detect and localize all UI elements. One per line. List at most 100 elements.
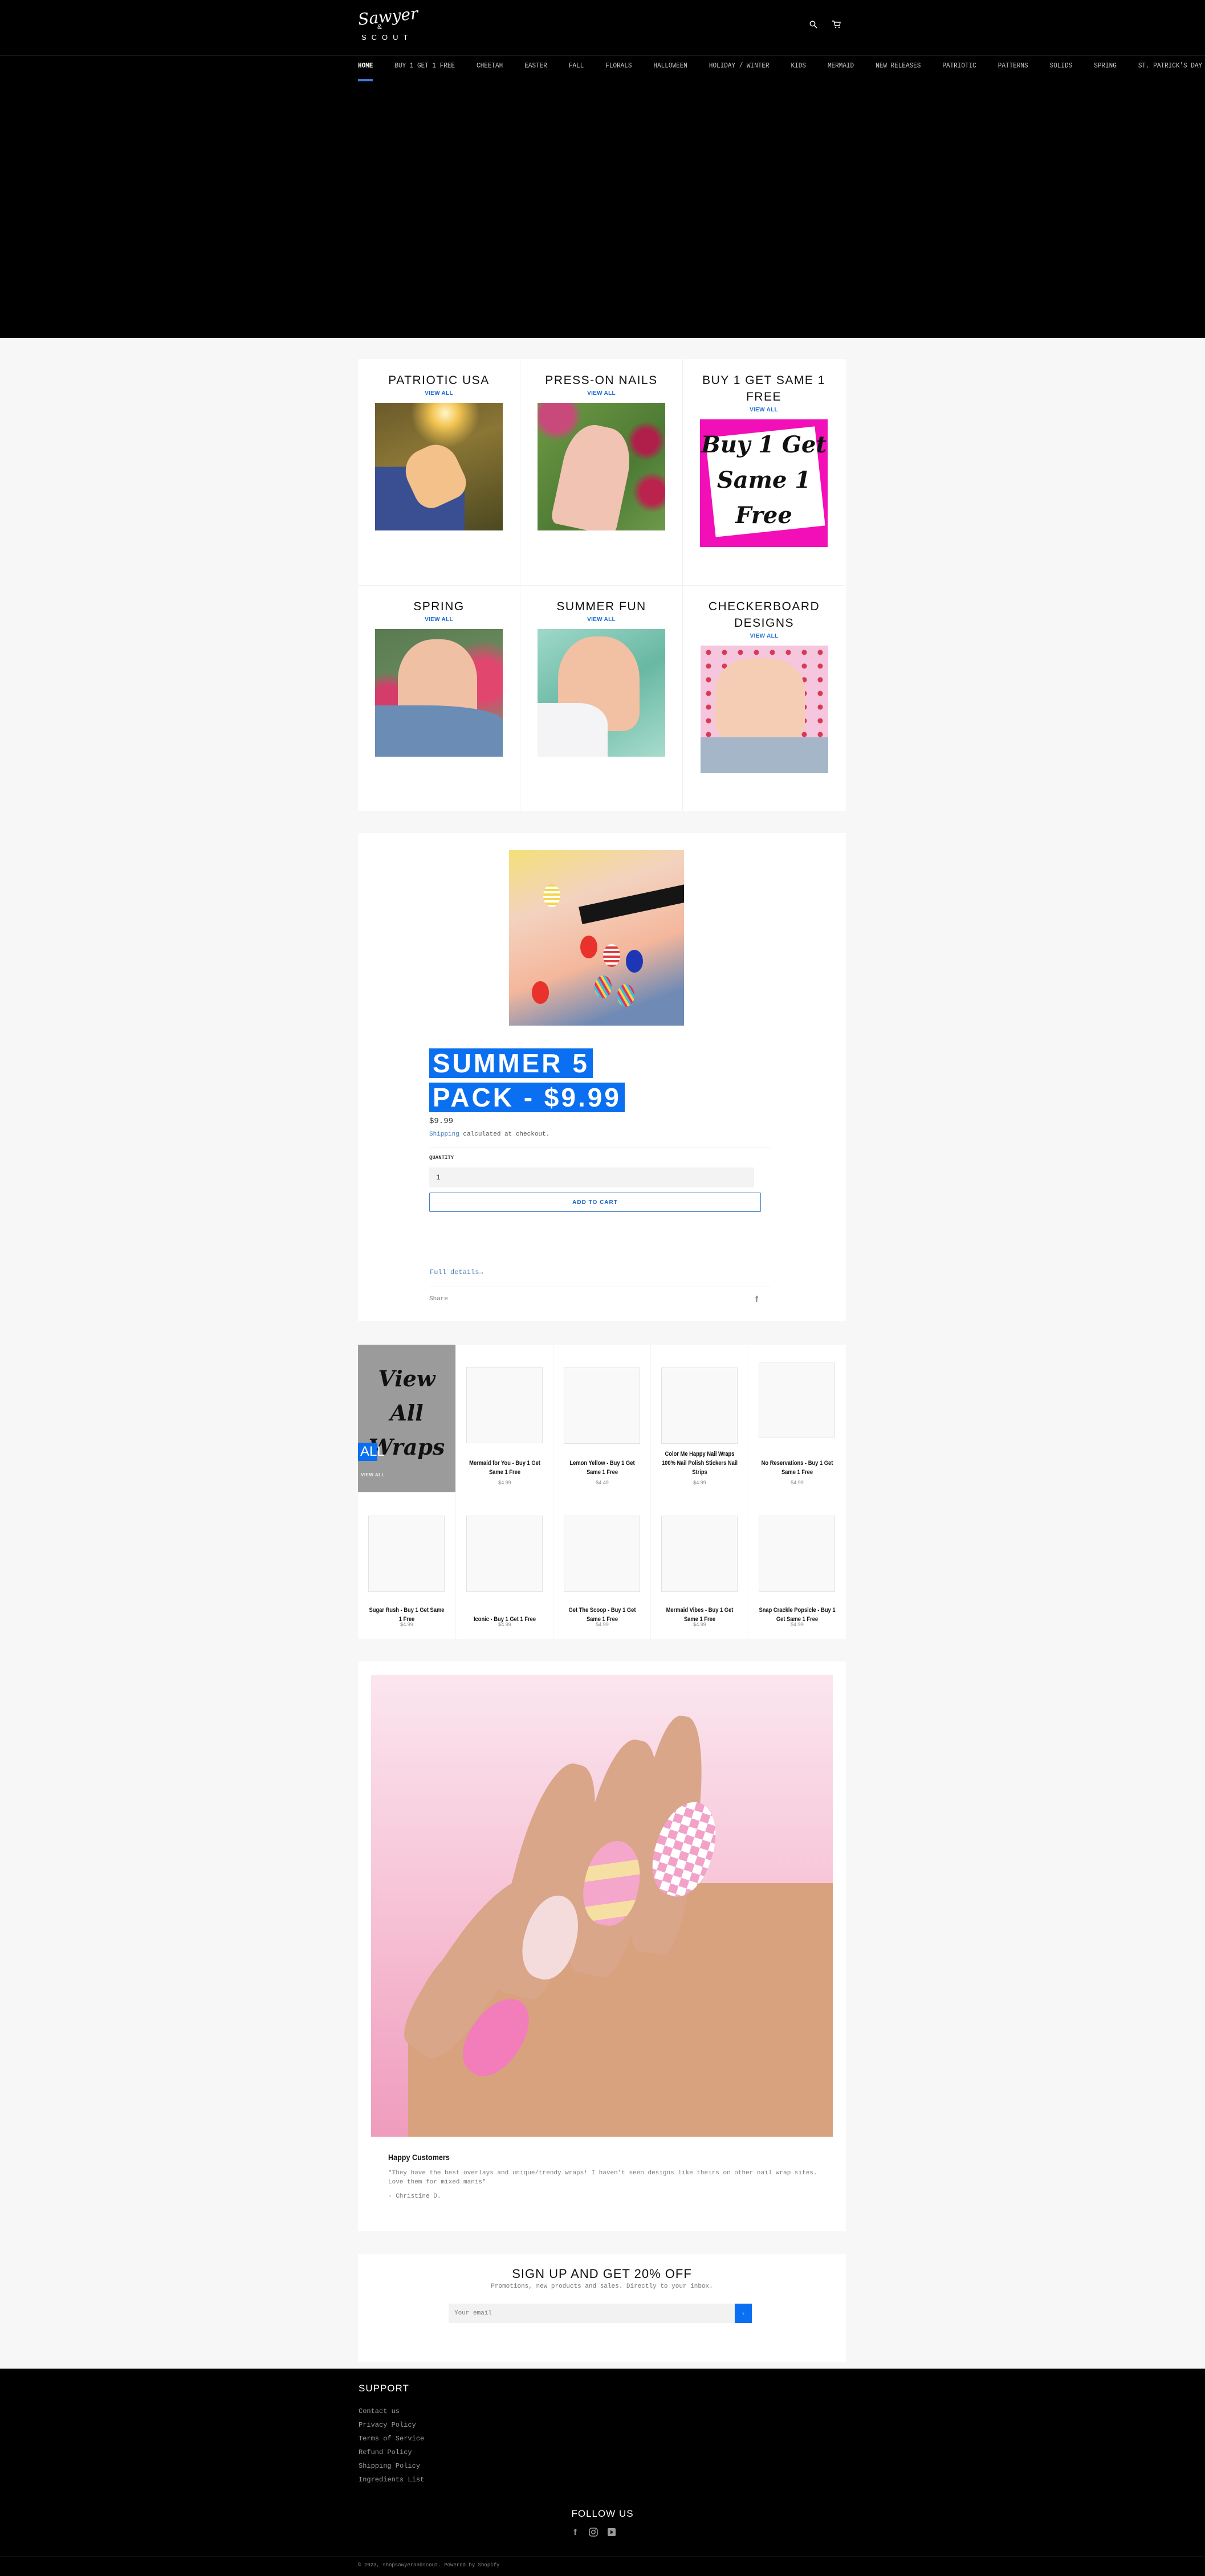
nav-item-mermaid[interactable]: MERMAID <box>828 62 854 70</box>
collection-card[interactable]: SPRING VIEW ALL <box>358 585 520 811</box>
full-details-link[interactable]: Full details→ <box>430 1268 483 1276</box>
view-all-link[interactable]: VIEW ALL <box>520 390 682 397</box>
collection-title: SPRING <box>413 600 465 613</box>
nav-item-new-releases[interactable]: NEW RELEASES <box>876 62 921 70</box>
product-thumbnail[interactable] <box>466 1516 543 1592</box>
collection-image[interactable] <box>700 646 828 773</box>
shipping-note-text: calculated at checkout. <box>459 1131 550 1138</box>
product-card[interactable]: Lemon Yellow - Buy 1 Get Same 1 Free $4.… <box>553 1345 650 1492</box>
product-thumbnail[interactable] <box>759 1362 835 1438</box>
product-thumbnail[interactable] <box>466 1367 543 1443</box>
collection-title: BUY 1 GET SAME 1 FREE <box>702 374 825 403</box>
footer-link-terms-of-service[interactable]: Terms of Service <box>359 2435 424 2443</box>
collection-card[interactable]: CHECKERBOARD DESIGNS VIEW ALL <box>683 585 845 811</box>
testimonial-title: Happy Customers <box>388 2153 450 2162</box>
product-card[interactable]: No Reservations - Buy 1 Get Same 1 Free … <box>748 1345 845 1492</box>
instagram-icon[interactable] <box>588 2528 599 2538</box>
nav-item-spring[interactable]: SPRING <box>1094 62 1117 70</box>
divider <box>429 1147 771 1148</box>
copyright: © 2023, shopsawyerandscout. Powered by S… <box>358 2562 500 2568</box>
product-thumbnail[interactable] <box>759 1516 835 1592</box>
nav-item-cheetah[interactable]: CHEETAH <box>477 62 503 70</box>
product-name[interactable]: Color Me Happy Nail Wraps 100% Nail Poli… <box>661 1450 738 1477</box>
footer-divider <box>0 2556 1205 2557</box>
product-card[interactable]: Color Me Happy Nail Wraps 100% Nail Poli… <box>650 1345 748 1492</box>
collection-image[interactable] <box>375 403 503 530</box>
view-all-link[interactable]: VIEW ALL <box>358 617 520 623</box>
product-price: $4.99 <box>791 1622 804 1627</box>
footer-link-shipping-policy[interactable]: Shipping Policy <box>359 2462 420 2470</box>
nav-item-solids[interactable]: SOLIDS <box>1050 62 1073 70</box>
collection-card[interactable]: PATRIOTIC USA VIEW ALL <box>358 359 520 585</box>
product-card[interactable]: Mermaid for You - Buy 1 Get Same 1 Free … <box>455 1345 553 1492</box>
nav-item-buy-1-get-1-free[interactable]: BUY 1 GET 1 FREE <box>394 62 455 70</box>
nav-item-kids[interactable]: KIDS <box>791 62 806 70</box>
header-divider <box>0 55 1205 56</box>
footer-support-title: SUPPORT <box>359 2383 409 2394</box>
nav-item-home[interactable]: HOME <box>358 62 373 81</box>
newsletter-submit-button[interactable]: › <box>735 2304 752 2323</box>
nav-item-patterns[interactable]: PATTERNS <box>998 62 1028 70</box>
add-to-cart-button[interactable]: ADD TO CART <box>429 1193 761 1212</box>
product-price: $4.99 <box>693 1622 706 1627</box>
collection-card[interactable]: PRESS-ON NAILS VIEW ALL <box>520 359 683 585</box>
shipping-note: Shipping calculated at checkout. <box>429 1131 549 1138</box>
collection-image[interactable]: Buy 1 Get Same 1 Free <box>700 419 828 547</box>
view-all-link[interactable]: VIEW ALL <box>683 633 845 639</box>
product-card[interactable]: Get The Scoop - Buy 1 Get Same 1 Free $4… <box>553 1492 650 1639</box>
collection-card[interactable]: BUY 1 GET SAME 1 FREE VIEW ALL Buy 1 Get… <box>683 359 845 585</box>
cart-icon[interactable] <box>832 21 841 28</box>
nav-item-halloween[interactable]: HALLOWEEN <box>653 62 687 70</box>
collection-card[interactable]: SUMMER FUN VIEW ALL <box>520 585 683 811</box>
product-card[interactable]: Mermaid Vibes - Buy 1 Get Same 1 Free $4… <box>650 1492 748 1639</box>
product-thumbnail[interactable] <box>368 1516 445 1592</box>
view-all-link[interactable]: VIEW ALL <box>520 617 682 623</box>
facebook-icon[interactable]: f <box>755 1295 758 1304</box>
view-all-link[interactable]: VIEW ALL <box>361 1472 385 1477</box>
footer-follow-title: FOLLOW US <box>571 2508 634 2519</box>
product-thumbnail[interactable] <box>564 1367 640 1444</box>
product-name[interactable]: Mermaid for You - Buy 1 Get Same 1 Free <box>466 1459 543 1477</box>
quantity-input[interactable] <box>429 1167 754 1187</box>
product-card[interactable]: Snap Crackle Popsicle - Buy 1 Get Same 1… <box>748 1492 845 1639</box>
email-input[interactable] <box>449 2304 735 2323</box>
nav-item-easter[interactable]: EASTER <box>524 62 547 70</box>
facebook-icon[interactable]: f <box>570 2528 580 2538</box>
footer-link-contact-us[interactable]: Contact us <box>359 2407 400 2415</box>
footer-link-privacy-policy[interactable]: Privacy Policy <box>359 2421 416 2429</box>
nav-item-patriotic[interactable]: PATRIOTIC <box>942 62 976 70</box>
footer-link-ingredients-list[interactable]: Ingredients List <box>359 2476 424 2484</box>
shipping-link[interactable]: Shipping <box>429 1131 459 1138</box>
product-card[interactable]: Sugar Rush - Buy 1 Get Same 1 Free $4.99 <box>358 1492 455 1639</box>
product-name[interactable]: Lemon Yellow - Buy 1 Get Same 1 Free <box>564 1459 641 1477</box>
logo-word: SCOUT <box>361 33 413 42</box>
testimonial-quote: "They have the best overlays and unique/… <box>388 2170 817 2186</box>
product-price: $4.99 <box>498 1622 511 1627</box>
view-all-wraps-tile[interactable]: View All Wraps ALL VIEW ALL <box>358 1345 455 1492</box>
collection-image[interactable] <box>538 403 665 530</box>
product-price: $4.99 <box>791 1480 804 1485</box>
product-price: $4.99 <box>498 1480 511 1485</box>
collection-image[interactable] <box>538 629 665 757</box>
product-image[interactable] <box>509 850 684 1026</box>
youtube-icon[interactable] <box>606 2528 617 2538</box>
product-name[interactable]: No Reservations - Buy 1 Get Same 1 Free <box>759 1459 836 1477</box>
collection-image-text: Buy 1 Get Same 1 Free <box>701 431 827 529</box>
product-thumbnail[interactable] <box>564 1516 640 1592</box>
nav-item-fall[interactable]: FALL <box>569 62 584 70</box>
store-logo[interactable]: Sawyer & SCOUT <box>357 4 418 47</box>
product-thumbnail[interactable] <box>661 1516 738 1592</box>
main-nav: HOME BUY 1 GET 1 FREE CHEETAH EASTER FALL FLO… <box>358 62 1205 81</box>
nav-item-holiday-winter[interactable]: HOLIDAY / WINTER <box>709 62 770 70</box>
search-icon[interactable] <box>809 21 817 28</box>
nav-item-florals[interactable]: FLORALS <box>605 62 632 70</box>
nav-item-st-patricks-day[interactable]: ST. PATRICK'S DAY <box>1138 62 1202 70</box>
view-all-link[interactable]: VIEW ALL <box>358 390 520 397</box>
product-thumbnail[interactable] <box>661 1367 738 1444</box>
view-all-link[interactable]: VIEW ALL <box>683 407 845 413</box>
product-price: $4.99 <box>596 1622 609 1627</box>
footer-link-refund-policy[interactable]: Refund Policy <box>359 2448 412 2456</box>
collection-title: CHECKERBOARD DESIGNS <box>708 600 820 630</box>
collection-image[interactable] <box>375 629 503 757</box>
product-card[interactable]: Iconic - Buy 1 Get 1 Free $4.99 <box>455 1492 553 1639</box>
